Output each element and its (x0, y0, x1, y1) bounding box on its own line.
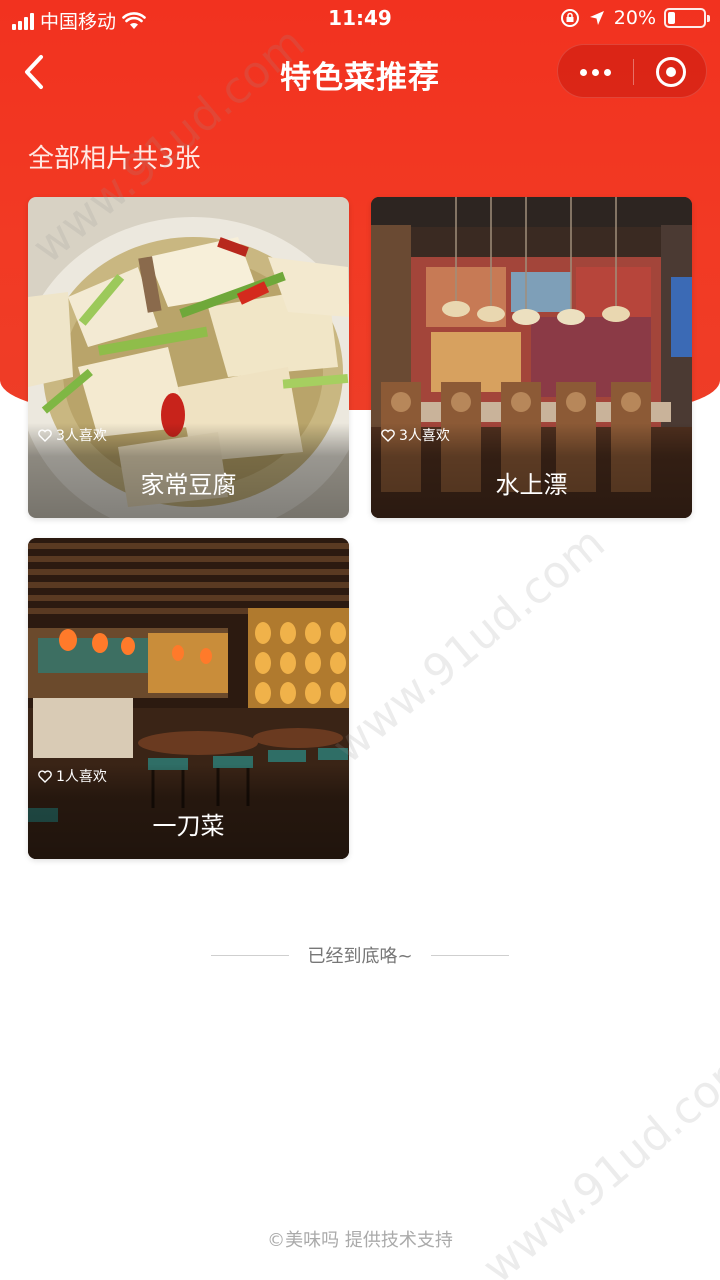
end-of-list: 已经到底咯~ (0, 942, 720, 968)
lock-rotation-icon (560, 9, 579, 27)
footer-credit: ©美味吗 提供技术支持 (267, 1230, 453, 1251)
photo-card-tofu[interactable]: 3人喜欢 家常豆腐 (28, 197, 349, 518)
likes-count: 3人喜欢 (56, 428, 107, 444)
more-button[interactable] (558, 45, 633, 99)
heart-icon (381, 428, 395, 442)
battery-level (668, 12, 675, 24)
likes-count: 3人喜欢 (399, 428, 450, 444)
location-icon (589, 11, 604, 25)
card-likes: 1人喜欢 (38, 766, 107, 786)
photo-card-shuishangpiao[interactable]: 3人喜欢 水上漂 (371, 197, 692, 518)
end-text: 已经到底咯~ (307, 946, 413, 967)
divider-line (211, 954, 290, 956)
heart-icon (38, 769, 52, 783)
watermark: www.91ud.com (323, 517, 615, 774)
photo-count: 全部相片共3张 (28, 144, 201, 174)
card-likes: 3人喜欢 (38, 425, 107, 445)
close-target-icon[interactable] (656, 57, 686, 87)
nav-bar: 特色菜推荐 (0, 40, 720, 104)
status-bar: 中国移动 11:49 20% (0, 0, 720, 40)
status-right: 20% (560, 7, 710, 29)
mini-program-capsule (557, 44, 707, 98)
card-likes: 3人喜欢 (381, 425, 450, 445)
card-title: 一刀菜 (152, 812, 225, 840)
battery-icon (664, 8, 710, 28)
heart-icon (38, 428, 52, 442)
capsule-divider (633, 59, 634, 85)
card-title: 家常豆腐 (140, 471, 237, 499)
battery-percent: 20% (613, 7, 656, 29)
card-title: 水上漂 (495, 471, 568, 499)
more-dots-icon (580, 68, 611, 76)
likes-count: 1人喜欢 (56, 769, 107, 785)
photo-card-yidaocai[interactable]: 1人喜欢 一刀菜 (28, 538, 349, 859)
divider-line (430, 954, 509, 956)
